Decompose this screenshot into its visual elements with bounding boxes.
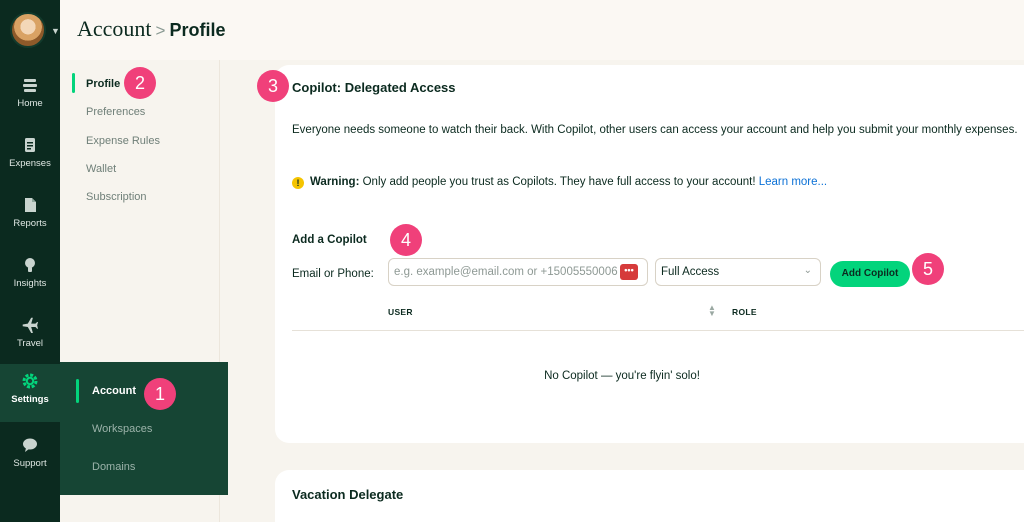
copilot-description: Everyone needs someone to watch their ba…: [292, 124, 1018, 136]
rail-label-reports: Reports: [13, 218, 47, 229]
home-icon: [23, 79, 37, 92]
step-badge-1: 1: [144, 378, 176, 410]
add-copilot-button[interactable]: Add Copilot: [830, 261, 910, 287]
email-phone-label: Email or Phone:: [292, 268, 374, 280]
rail-item-expenses[interactable]: Expenses: [0, 128, 60, 186]
step-badge-2: 2: [124, 67, 156, 99]
step-badge-3: 3: [257, 70, 289, 102]
vacation-delegate-card: Vacation Delegate: [275, 470, 1024, 522]
receipt-icon: [25, 138, 35, 152]
left-rail: ▼ Home Expenses Reports Insights Travel …: [0, 0, 60, 522]
rail-label-expenses: Expenses: [9, 158, 51, 169]
subnav-item-preferences[interactable]: Preferences: [86, 106, 145, 118]
rail-label-settings: Settings: [11, 394, 49, 405]
rail-item-support[interactable]: Support: [0, 428, 60, 486]
vacation-delegate-title: Vacation Delegate: [292, 487, 404, 502]
active-indicator: [76, 379, 79, 403]
copilot-card: Copilot: Delegated Access Everyone needs…: [275, 65, 1024, 443]
subnav-item-wallet[interactable]: Wallet: [86, 163, 116, 175]
subnav-item-expense-rules[interactable]: Expense Rules: [86, 135, 160, 147]
active-indicator: [72, 73, 75, 93]
rail-item-travel[interactable]: Travel: [0, 308, 60, 366]
warning-label: Warning:: [310, 176, 360, 188]
rail-item-reports[interactable]: Reports: [0, 188, 60, 246]
main-content: Copilot: Delegated Access Everyone needs…: [220, 60, 1024, 522]
step-badge-5: 5: [912, 253, 944, 285]
chevron-right-icon: >: [155, 21, 166, 40]
rail-item-home[interactable]: Home: [0, 68, 60, 126]
breadcrumb: Account > Profile: [77, 16, 225, 42]
table-divider: [292, 330, 1024, 331]
warning-icon: !: [292, 177, 304, 189]
rail-label-home: Home: [17, 98, 43, 109]
gear-icon: [22, 373, 38, 389]
column-header-user[interactable]: USER: [388, 307, 413, 317]
step-badge-4: 4: [390, 224, 422, 256]
rail-label-support: Support: [13, 458, 47, 469]
lightbulb-icon: [25, 258, 35, 272]
chat-bubble-icon: [23, 438, 37, 452]
email-phone-input[interactable]: [388, 258, 648, 286]
column-header-role[interactable]: ROLE: [732, 307, 757, 317]
caret-down-icon[interactable]: ▼: [51, 26, 60, 36]
page-title: Profile: [169, 20, 226, 40]
sort-icon[interactable]: ▲ ▼: [708, 304, 716, 318]
subnav-item-subscription[interactable]: Subscription: [86, 191, 147, 203]
copilot-title: Copilot: Delegated Access: [292, 80, 456, 95]
password-manager-icon[interactable]: •••: [620, 264, 638, 280]
rail-item-insights[interactable]: Insights: [0, 248, 60, 306]
chevron-down-icon: ⌄: [803, 265, 812, 276]
breadcrumb-parent[interactable]: Account: [77, 16, 152, 41]
learn-more-link[interactable]: Learn more...: [759, 176, 827, 188]
flyout-item-domains[interactable]: Domains: [92, 461, 135, 473]
warning-message: ! Warning: Only add people you trust as C…: [292, 176, 827, 189]
account-switcher[interactable]: ▼: [10, 12, 60, 50]
page-header: Account > Profile: [60, 0, 1024, 60]
rail-item-settings[interactable]: Settings: [0, 364, 60, 422]
warning-text: Only add people you trust as Copilots. T…: [359, 176, 759, 188]
empty-state-text: No Copilot — you're flyin' solo!: [544, 370, 700, 382]
flyout-item-workspaces[interactable]: Workspaces: [92, 423, 152, 435]
subnav-item-profile[interactable]: Profile: [86, 78, 120, 90]
access-level-select[interactable]: Full Access ⌄: [655, 258, 821, 286]
rail-label-insights: Insights: [13, 278, 47, 289]
plane-icon: [22, 317, 38, 333]
settings-flyout: Account Workspaces Domains: [60, 362, 228, 495]
access-level-value: Full Access: [661, 266, 720, 278]
flyout-item-account[interactable]: Account: [92, 385, 136, 397]
document-icon: [25, 198, 36, 212]
avatar[interactable]: [10, 12, 46, 48]
rail-label-travel: Travel: [16, 338, 44, 349]
add-copilot-heading: Add a Copilot: [292, 234, 367, 246]
